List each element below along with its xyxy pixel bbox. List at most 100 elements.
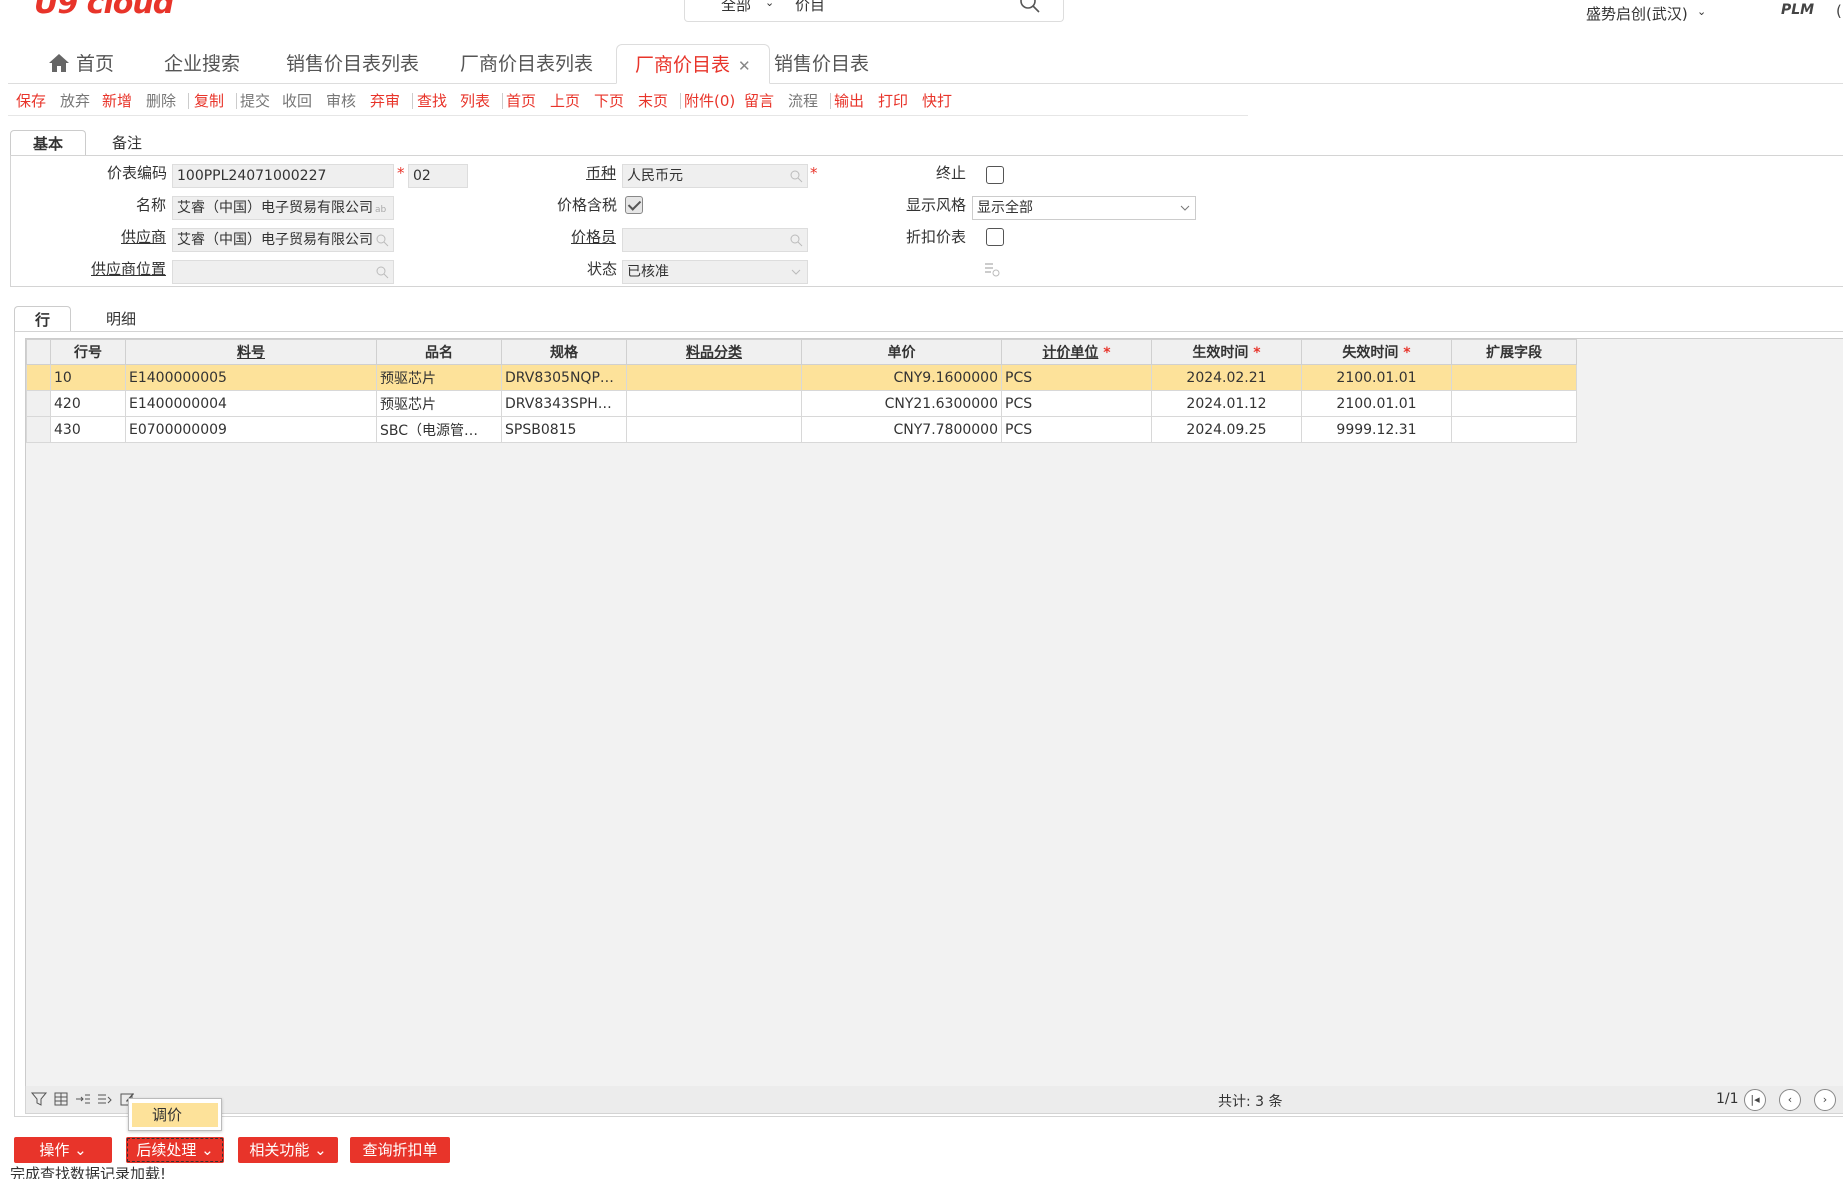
currency-label[interactable]: 币种	[586, 162, 616, 183]
search-input[interactable]: 价目	[795, 0, 825, 15]
cell-item-category[interactable]	[626, 364, 802, 391]
tab-sales-pricelist-list[interactable]: 销售价目表列表	[286, 44, 419, 84]
display-style-select[interactable]: 显示全部	[972, 196, 1196, 220]
cell-item-code[interactable]: E1400000004	[125, 390, 377, 417]
cell-spec[interactable]: DRV8343SPH…	[501, 390, 627, 417]
search-icon[interactable]	[789, 233, 803, 247]
table-row[interactable]: 430 E0700000009 SBC（电源管… SPSB0815 CNY7.7…	[26, 416, 1577, 443]
cell-effective-date[interactable]: 2024.02.21	[1151, 364, 1302, 391]
delete-button[interactable]: 删除	[146, 90, 176, 111]
cell-line-no[interactable]: 420	[50, 390, 126, 417]
prev-page-icon[interactable]: ‹	[1779, 1089, 1801, 1111]
adjust-price-menu-item[interactable]: 调价	[132, 1103, 218, 1127]
row-stub[interactable]	[26, 364, 51, 391]
plm-link[interactable]: PLM	[1781, 2, 1814, 18]
grid-settings-icon[interactable]	[52, 1090, 70, 1108]
search-scope-select[interactable]: 全部	[721, 0, 751, 15]
cell-expiry-date[interactable]: 2100.01.01	[1301, 390, 1452, 417]
col-header-spec[interactable]: 规格	[501, 339, 627, 365]
row-stub[interactable]	[26, 416, 51, 443]
supplier-label[interactable]: 供应商	[121, 226, 166, 247]
tab-enterprise-search[interactable]: 企业搜索	[164, 44, 240, 84]
currency-field[interactable]: 人民币元	[622, 164, 808, 188]
col-header-item-category[interactable]: 料品分类	[626, 339, 802, 365]
cell-pricing-unit[interactable]: PCS	[1001, 364, 1152, 391]
table-row[interactable]: 10 E1400000005 预驱芯片 DRV8305NQP… CNY9.160…	[26, 364, 1577, 391]
last-page-button[interactable]: 末页	[638, 90, 668, 111]
tab-home[interactable]: 首页	[48, 44, 114, 84]
first-page-button[interactable]: 首页	[506, 90, 536, 111]
cell-item-category[interactable]	[626, 390, 802, 417]
search-icon[interactable]	[375, 265, 389, 279]
related-functions-button[interactable]: 相关功能 ⌄	[238, 1137, 338, 1163]
cell-extension[interactable]	[1451, 390, 1577, 417]
search-icon[interactable]	[375, 233, 389, 247]
pricer-field[interactable]	[622, 228, 808, 252]
tax-included-checkbox[interactable]	[625, 196, 643, 214]
chevron-down-icon[interactable]	[1179, 202, 1191, 214]
name-field[interactable]: 艾睿（中国）电子贸易有限公司 ab	[172, 196, 394, 220]
col-header-effective-date[interactable]: 生效时间 *	[1151, 339, 1302, 365]
filter-icon[interactable]	[30, 1090, 48, 1108]
global-search-box[interactable]: 全部 ⌄ 价目	[684, 0, 1064, 22]
cell-unit-price[interactable]: CNY9.1600000	[801, 364, 1002, 391]
supplier-location-field[interactable]	[172, 260, 394, 284]
operations-button[interactable]: 操作 ⌄	[14, 1137, 112, 1163]
discount-pricelist-checkbox[interactable]	[986, 228, 1004, 246]
org-switcher[interactable]: 盛势启创(武汉)	[1586, 3, 1688, 24]
search-icon[interactable]	[789, 169, 803, 183]
cell-unit-price[interactable]: CNY7.7800000	[801, 416, 1002, 443]
col-header-line-no[interactable]: 行号	[50, 339, 126, 365]
find-button[interactable]: 查找	[417, 90, 447, 111]
cell-item-name[interactable]: 预驱芯片	[376, 390, 502, 417]
quick-print-button[interactable]: 快打	[922, 90, 952, 111]
first-page-icon[interactable]: |◂	[1744, 1089, 1766, 1111]
supplier-field[interactable]: 艾睿（中国）电子贸易有限公司	[172, 228, 394, 252]
cell-pricing-unit[interactable]: PCS	[1001, 416, 1152, 443]
message-button[interactable]: 留言	[744, 90, 774, 111]
cell-item-code[interactable]: E1400000005	[125, 364, 377, 391]
col-header-item-code[interactable]: 料号	[125, 339, 377, 365]
tab-vendor-pricelist-list[interactable]: 厂商价目表列表	[460, 44, 593, 84]
attachment-button[interactable]: 附件(0)	[684, 90, 735, 111]
cell-extension[interactable]	[1451, 416, 1577, 443]
next-page-button[interactable]: 下页	[594, 90, 624, 111]
supplier-location-label[interactable]: 供应商位置	[91, 258, 166, 279]
workflow-button[interactable]: 流程	[788, 90, 818, 111]
status-field[interactable]: 已核准	[622, 260, 808, 284]
discard-button[interactable]: 放弃	[60, 90, 90, 111]
tab-details[interactable]: 明细	[84, 306, 158, 332]
col-header-unit-price[interactable]: 单价	[801, 339, 1002, 365]
cell-item-code[interactable]: E0700000009	[125, 416, 377, 443]
save-button[interactable]: 保存	[16, 90, 46, 111]
cell-effective-date[interactable]: 2024.09.25	[1151, 416, 1302, 443]
approve-button[interactable]: 审核	[326, 90, 356, 111]
col-header-pricing-unit[interactable]: 计价单位 *	[1001, 339, 1152, 365]
query-discount-button[interactable]: 查询折扣单	[350, 1137, 450, 1163]
expand-rows-icon[interactable]	[74, 1090, 92, 1108]
cell-expiry-date[interactable]: 2100.01.01	[1301, 364, 1452, 391]
pricer-label[interactable]: 价格员	[571, 226, 616, 247]
list-button[interactable]: 列表	[460, 90, 490, 111]
tab-lines[interactable]: 行	[14, 306, 72, 332]
close-icon[interactable]: ✕	[738, 57, 751, 75]
search-icon[interactable]	[1019, 0, 1041, 14]
print-button[interactable]: 打印	[878, 90, 908, 111]
copy-button[interactable]: 复制	[194, 90, 224, 111]
unapprove-button[interactable]: 弃审	[370, 90, 400, 111]
prev-page-button[interactable]: 上页	[550, 90, 580, 111]
submit-button[interactable]: 提交	[240, 90, 270, 111]
code-field[interactable]: 100PPL24071000227	[172, 164, 394, 188]
row-stub[interactable]	[26, 390, 51, 417]
recall-button[interactable]: 收回	[282, 90, 312, 111]
cell-unit-price[interactable]: CNY21.6300000	[801, 390, 1002, 417]
col-header-extension[interactable]: 扩展字段	[1451, 339, 1577, 365]
settings-list-icon[interactable]	[983, 260, 1001, 278]
next-page-icon[interactable]: ›	[1814, 1089, 1836, 1111]
cell-extension[interactable]	[1451, 364, 1577, 391]
chevron-down-icon[interactable]: ⌄	[765, 0, 774, 9]
col-header-expiry-date[interactable]: 失效时间 *	[1301, 339, 1452, 365]
table-row[interactable]: 420 E1400000004 预驱芯片 DRV8343SPH… CNY21.6…	[26, 390, 1577, 417]
tab-vendor-pricelist[interactable]: 厂商价目表 ✕	[616, 44, 770, 84]
chevron-down-icon[interactable]: ⌄	[1697, 5, 1706, 18]
